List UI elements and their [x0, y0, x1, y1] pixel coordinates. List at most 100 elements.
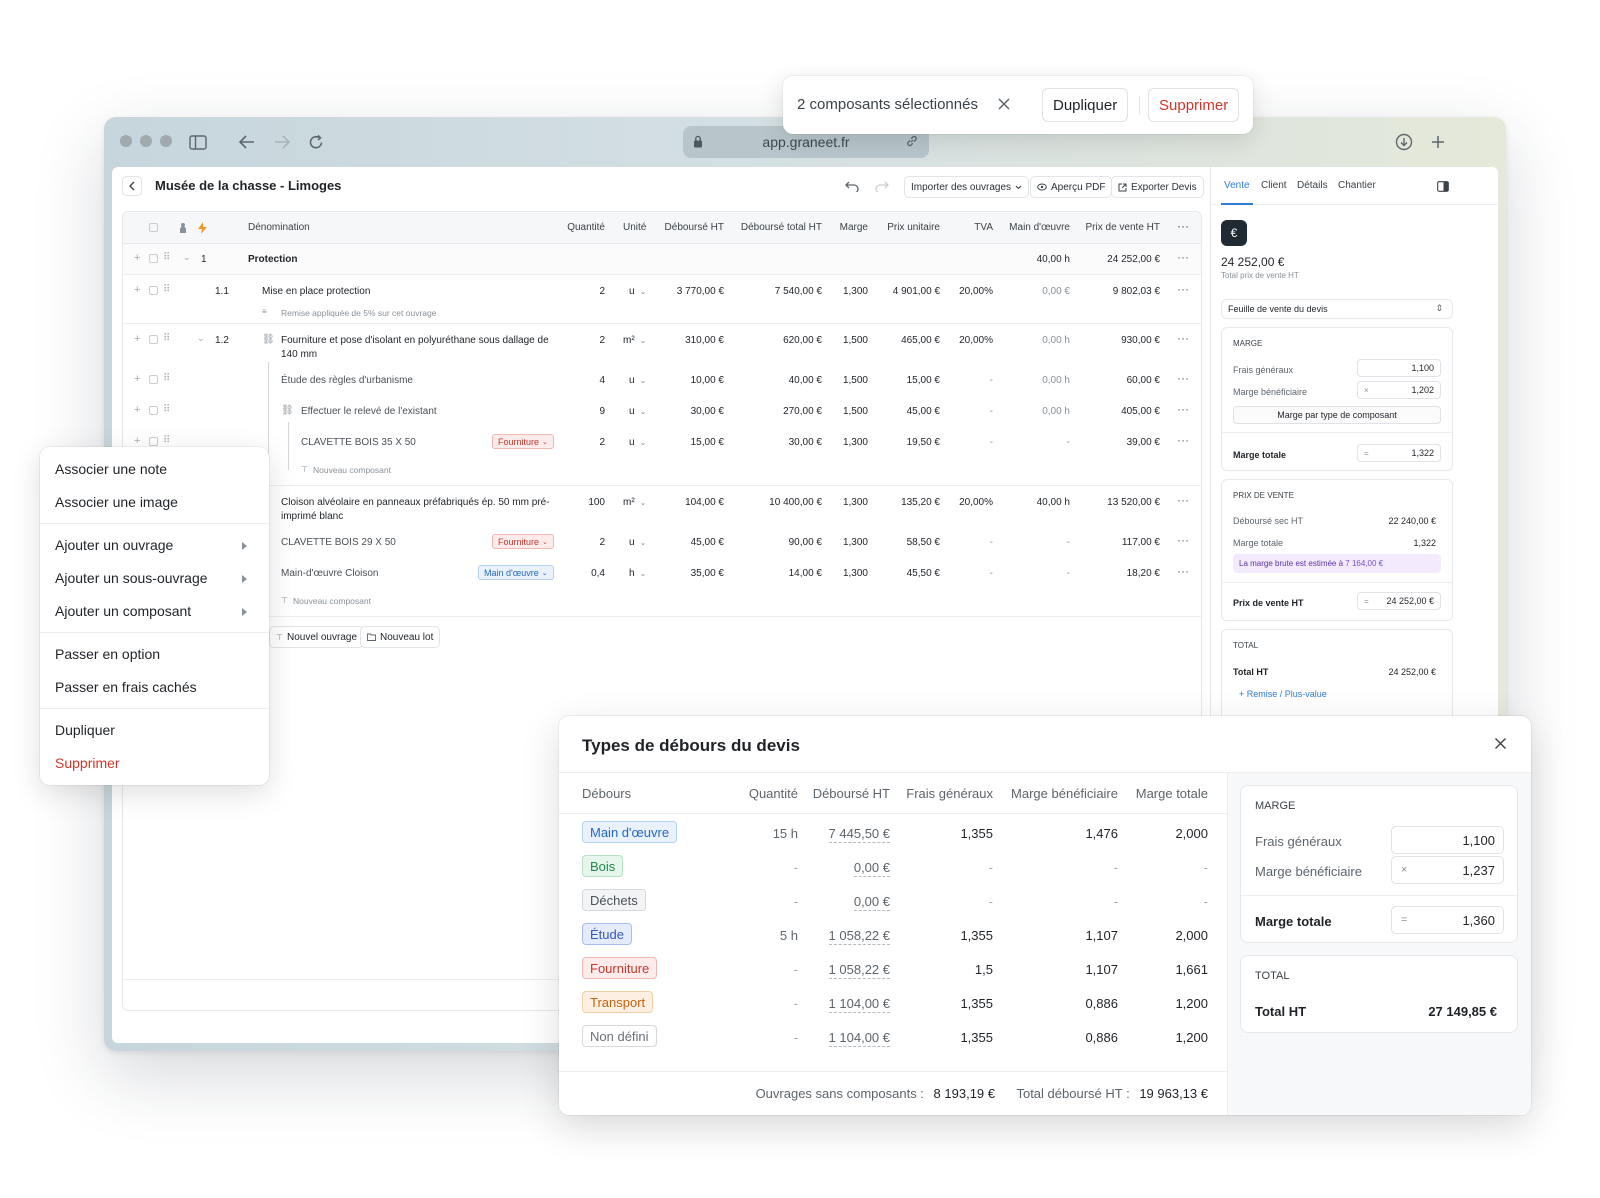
- table-row[interactable]: CLAVETTE BOIS 29 X 50 Fourniture ⌄ 2 u ⌄ 4…: [123, 526, 1201, 557]
- tab-chantier[interactable]: Chantier: [1338, 180, 1376, 191]
- select-all-checkbox[interactable]: [149, 223, 158, 232]
- back-button[interactable]: [122, 176, 142, 196]
- tab-client[interactable]: Client: [1261, 180, 1287, 191]
- table-row[interactable]: + ⠿ Étude des règles d'urbanisme 4 u ⌄ 10…: [123, 364, 1201, 395]
- row-more-icon[interactable]: ···: [1177, 493, 1189, 507]
- undo-icon[interactable]: [845, 179, 859, 197]
- total-margin-input[interactable]: = 1,322: [1357, 444, 1441, 462]
- type-tag-main-oeuvre[interactable]: Main d'œuvre ⌄: [478, 565, 554, 580]
- row-more-icon[interactable]: ···: [1177, 282, 1189, 296]
- drag-handle-icon[interactable]: ⠿: [163, 404, 170, 415]
- table-row[interactable]: + ⠿ CLAVETTE BOIS 35 X 50 Fourniture ⌄ 2 …: [123, 426, 1201, 457]
- unit-select[interactable]: u ⌄: [629, 375, 646, 386]
- delete-button[interactable]: Supprimer: [1148, 88, 1240, 122]
- new-lot-button[interactable]: Nouveau lot: [360, 626, 441, 648]
- unit-select[interactable]: m² ⌄: [623, 497, 646, 508]
- row-more-icon[interactable]: ···: [1177, 564, 1189, 578]
- unit-select[interactable]: u ⌄: [629, 286, 646, 297]
- import-works-button[interactable]: Importer des ouvrages: [904, 176, 1030, 198]
- add-row-icon[interactable]: +: [134, 284, 140, 296]
- row-more-icon[interactable]: ···: [1177, 533, 1189, 547]
- menu-item-add-work[interactable]: Ajouter un ouvrage: [55, 537, 173, 553]
- table-row[interactable]: Main-d'œuvre Cloison Main d'œuvre ⌄ 0,4 h…: [123, 557, 1201, 588]
- sidebar-toggle-icon[interactable]: [185, 129, 211, 155]
- add-row-icon[interactable]: +: [134, 333, 140, 345]
- chevron-down-icon[interactable]: ⌄: [183, 252, 191, 263]
- minimize-window-dot[interactable]: [140, 135, 152, 147]
- type-tag-fourniture[interactable]: Fourniture ⌄: [492, 534, 554, 549]
- unit-select[interactable]: h ⌄: [629, 568, 646, 579]
- unit-select[interactable]: u ⌄: [629, 537, 646, 548]
- row-checkbox[interactable]: [149, 286, 158, 295]
- new-component-row[interactable]: ⊤ Nouveau composant: [123, 588, 1201, 614]
- discount-link[interactable]: + Remise / Plus-value: [1239, 689, 1327, 699]
- row-checkbox[interactable]: [149, 437, 158, 446]
- sheet-select[interactable]: Feuille de vente du devis ⇕: [1221, 299, 1453, 319]
- back-arrow-icon[interactable]: [234, 129, 260, 155]
- row-more-icon[interactable]: ···: [1177, 250, 1189, 264]
- menu-item-associate-image[interactable]: Associer une image: [55, 494, 178, 510]
- drag-handle-icon[interactable]: ⠿: [163, 252, 170, 263]
- overhead-input[interactable]: 1,100: [1357, 359, 1441, 377]
- menu-item-set-option[interactable]: Passer en option: [55, 646, 160, 662]
- row-checkbox[interactable]: [149, 254, 158, 263]
- unit-select[interactable]: m² ⌄: [623, 335, 646, 346]
- close-window-dot[interactable]: [120, 135, 132, 147]
- table-row[interactable]: + ⠿ ⛓ Effectuer le relevé de l'existant …: [123, 395, 1201, 426]
- share-link-icon[interactable]: [905, 134, 919, 151]
- margin-by-type-button[interactable]: Marge par type de composant: [1233, 406, 1441, 424]
- add-row-icon[interactable]: +: [134, 252, 140, 264]
- drag-handle-icon[interactable]: ⠿: [163, 435, 170, 446]
- tab-vente[interactable]: Vente: [1224, 180, 1250, 191]
- menu-item-hidden-costs[interactable]: Passer en frais cachés: [55, 679, 197, 695]
- modal-profit-input[interactable]: × 1,237: [1391, 856, 1504, 884]
- forward-arrow-icon[interactable]: [269, 129, 295, 155]
- menu-item-associate-note[interactable]: Associer une note: [55, 461, 167, 477]
- unit-select[interactable]: u ⌄: [629, 437, 646, 448]
- type-tag-fourniture[interactable]: Fourniture ⌄: [492, 434, 554, 449]
- sale-price-ht-input[interactable]: = 24 252,00 €: [1357, 592, 1441, 610]
- row-more-icon[interactable]: ···: [1177, 331, 1189, 345]
- modal-total-margin-input[interactable]: = 1,360: [1391, 906, 1504, 934]
- menu-item-delete[interactable]: Supprimer: [55, 755, 120, 771]
- row-checkbox[interactable]: [149, 406, 158, 415]
- table-row[interactable]: + ⠿ 1.1 Mise en place protection ≡ Remis…: [123, 275, 1201, 323]
- profit-margin-input[interactable]: × 1,202: [1357, 381, 1441, 399]
- row-more-icon[interactable]: ···: [1177, 371, 1189, 385]
- modal-overhead-input[interactable]: 1,100: [1391, 826, 1504, 854]
- drag-handle-icon[interactable]: ⠿: [163, 333, 170, 344]
- menu-item-duplicate[interactable]: Dupliquer: [55, 722, 115, 738]
- new-work-button[interactable]: ⊤ Nouvel ouvrage: [269, 626, 365, 648]
- download-icon[interactable]: [1391, 129, 1417, 155]
- drag-handle-icon[interactable]: ⠿: [163, 284, 170, 295]
- row-more-icon[interactable]: ···: [1177, 433, 1189, 447]
- unit-select[interactable]: u ⌄: [629, 406, 646, 417]
- new-tab-icon[interactable]: [1425, 129, 1451, 155]
- table-row[interactable]: + ⠿ ⌄ 1.2 ⛓ Fourniture et pose d'isolant…: [123, 324, 1201, 364]
- row-more-icon[interactable]: ···: [1177, 402, 1189, 416]
- total-ht-label: Total HT: [1233, 667, 1269, 677]
- row-checkbox[interactable]: [149, 375, 158, 384]
- columns-more-icon[interactable]: ···: [1177, 219, 1189, 233]
- maximize-window-dot[interactable]: [160, 135, 172, 147]
- tab-details[interactable]: Détails: [1297, 180, 1328, 191]
- table-row[interactable]: Cloison alvéolaire en panneaux préfabriq…: [123, 486, 1201, 526]
- pdf-preview-button[interactable]: Aperçu PDF: [1030, 176, 1113, 198]
- add-row-icon[interactable]: +: [134, 373, 140, 385]
- new-component-row[interactable]: ⊤ Nouveau composant: [123, 457, 1201, 483]
- duplicate-button[interactable]: Dupliquer: [1042, 88, 1129, 122]
- close-icon[interactable]: [997, 97, 1011, 116]
- add-row-icon[interactable]: +: [134, 404, 140, 416]
- menu-item-add-sub-work[interactable]: Ajouter un sous-ouvrage: [55, 570, 208, 586]
- close-icon[interactable]: [1494, 737, 1507, 755]
- reload-icon[interactable]: [303, 129, 329, 155]
- add-row-icon[interactable]: +: [134, 435, 140, 447]
- chevron-down-icon[interactable]: ⌄: [197, 333, 205, 344]
- collapse-panel-icon[interactable]: [1437, 179, 1449, 197]
- table-row-lot[interactable]: + ⠿ ⌄ 1 Protection 40,00 h 24 252,00 € ·…: [123, 244, 1201, 274]
- drag-handle-icon[interactable]: ⠿: [163, 373, 170, 384]
- menu-item-add-component[interactable]: Ajouter un composant: [55, 603, 191, 619]
- row-checkbox[interactable]: [149, 335, 158, 344]
- export-quote-button[interactable]: Exporter Devis: [1111, 176, 1204, 198]
- redo-icon[interactable]: [875, 179, 889, 197]
